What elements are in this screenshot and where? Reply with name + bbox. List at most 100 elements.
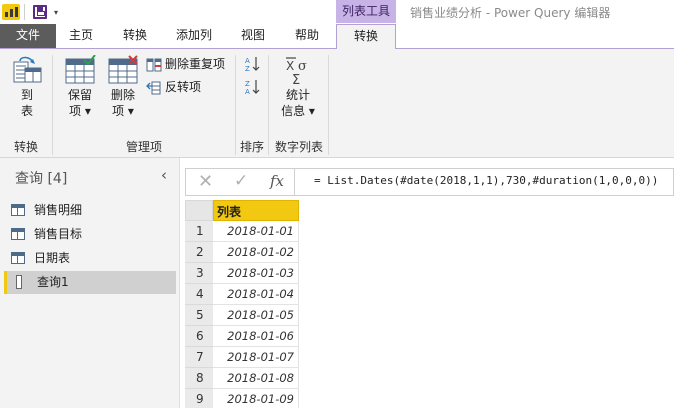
contextual-tab-title: 列表工具 <box>336 0 396 23</box>
remove-items-button[interactable]: 删除 项 ▾ <box>103 55 143 133</box>
svg-text:A: A <box>245 57 250 65</box>
table-row: 4 2018-01-04 <box>185 284 299 305</box>
sort-ascending-button[interactable]: A Z <box>244 55 262 73</box>
tab-file[interactable]: 文件 <box>0 24 56 48</box>
table-cell[interactable]: 2018-01-04 <box>213 284 299 305</box>
power-bi-logo-icon <box>2 4 20 20</box>
save-icon[interactable] <box>33 5 47 19</box>
row-number: 3 <box>185 263 213 284</box>
query-item-query1[interactable]: 查询1 <box>4 271 176 294</box>
svg-text:A: A <box>245 88 250 96</box>
reverse-items-icon <box>146 81 161 94</box>
formula-bar: ✕ ✓ fx = List.Dates(#date(2018,1,1),730,… <box>185 168 674 196</box>
table-icon <box>11 228 25 240</box>
group-separator <box>268 55 269 155</box>
collapse-pane-icon[interactable]: ‹ <box>161 166 167 184</box>
statistics-icon: X σ Σ <box>286 57 307 85</box>
svg-text:Z: Z <box>245 80 250 88</box>
row-number: 6 <box>185 326 213 347</box>
query-item-label: 查询1 <box>37 275 69 289</box>
query-item-sales-target[interactable]: 销售目标 <box>4 223 176 246</box>
group-label-numeric-list: 数字列表 <box>275 140 324 154</box>
cancel-formula-icon[interactable]: ✕ <box>198 171 213 192</box>
svg-text:Σ: Σ <box>292 73 300 85</box>
table-cell[interactable]: 2018-01-01 <box>213 221 299 242</box>
reverse-items-button[interactable]: 反转项 <box>146 78 201 96</box>
remove-items-label-line1: 删除 <box>110 88 135 102</box>
quick-access-divider <box>24 4 25 20</box>
table-icon <box>11 252 25 264</box>
group-label-sort: 排序 <box>240 140 265 154</box>
tab-home[interactable]: 主页 <box>58 24 104 48</box>
sort-descending-icon: Z A <box>245 80 260 96</box>
table-cell[interactable]: 2018-01-07 <box>213 347 299 368</box>
to-table-label-line2: 表 <box>20 104 33 118</box>
keep-items-icon <box>65 55 96 84</box>
table-cell[interactable]: 2018-01-03 <box>213 263 299 284</box>
to-table-button[interactable]: 到 表 <box>8 55 46 133</box>
formula-divider <box>294 169 295 195</box>
row-number: 1 <box>185 221 213 242</box>
tab-transform[interactable]: 转换 <box>112 24 158 48</box>
table-icon <box>11 204 25 216</box>
queries-header: 查询 [4] <box>15 171 68 187</box>
table-row: 5 2018-01-05 <box>185 305 299 326</box>
table-row: 3 2018-01-03 <box>185 263 299 284</box>
tab-help[interactable]: 帮助 <box>284 24 330 48</box>
qat-dropdown-icon[interactable]: ▾ <box>54 8 58 17</box>
keep-items-label-line1: 保留 <box>67 88 92 102</box>
sort-descending-button[interactable]: Z A <box>244 78 262 96</box>
query-item-sales-detail[interactable]: 销售明细 <box>4 199 176 222</box>
title-bar: ▾ 列表工具 销售业绩分析 - Power Query 编辑器 <box>0 0 674 24</box>
sort-ascending-icon: A Z <box>245 57 260 73</box>
table-row: 1 2018-01-01 <box>185 221 299 242</box>
table-cell[interactable]: 2018-01-02 <box>213 242 299 263</box>
table-row: 9 2018-01-09 <box>185 389 299 408</box>
remove-duplicates-label: 删除重复项 <box>165 57 226 71</box>
group-label-convert: 转换 <box>14 140 39 154</box>
statistics-label-line1: 统计 <box>285 88 310 102</box>
to-table-label-line1: 到 <box>20 88 33 102</box>
column-header[interactable]: 列表 <box>213 200 299 221</box>
query-item-label: 日期表 <box>34 251 71 265</box>
list-icon <box>16 275 22 289</box>
svg-text:X: X <box>286 59 294 73</box>
tab-add-column[interactable]: 添加列 <box>166 24 222 48</box>
group-separator <box>235 55 236 155</box>
table-cell[interactable]: 2018-01-09 <box>213 389 299 408</box>
ribbon-tab-row: 文件 主页 转换 添加列 视图 帮助 转换 <box>0 24 674 49</box>
table-row: 8 2018-01-08 <box>185 368 299 389</box>
fx-icon[interactable]: fx <box>270 172 284 190</box>
table-row: 7 2018-01-07 <box>185 347 299 368</box>
statistics-label-line2: 信息 ▾ <box>281 104 315 118</box>
table-cell[interactable]: 2018-01-06 <box>213 326 299 347</box>
row-number-header[interactable] <box>185 200 213 221</box>
to-table-icon <box>13 56 42 83</box>
remove-duplicates-button[interactable]: 删除重复项 <box>146 55 225 73</box>
ribbon: 到 表 转换 保留 项 ▾ 删除 项 ▾ 删除重复项 反转项 管理项 A Z Z… <box>0 48 674 158</box>
queries-pane: 查询 [4] ‹ 销售明细 销售目标 日期表 查询1 <box>0 158 180 408</box>
tab-list-transform[interactable]: 转换 <box>336 24 396 49</box>
remove-items-icon <box>108 55 138 84</box>
row-number: 4 <box>185 284 213 305</box>
tab-view[interactable]: 视图 <box>230 24 276 48</box>
row-number: 8 <box>185 368 213 389</box>
svg-text:Z: Z <box>245 65 250 73</box>
group-separator <box>328 55 329 155</box>
query-item-date-table[interactable]: 日期表 <box>4 247 176 270</box>
row-number: 5 <box>185 305 213 326</box>
statistics-button[interactable]: X σ Σ 统计 信息 ▾ <box>278 55 318 133</box>
row-number: 9 <box>185 389 213 408</box>
table-cell[interactable]: 2018-01-08 <box>213 368 299 389</box>
column-header-label: 列表 <box>217 205 242 219</box>
table-cell[interactable]: 2018-01-05 <box>213 305 299 326</box>
formula-input[interactable]: = List.Dates(#date(2018,1,1),730,#durati… <box>314 174 658 187</box>
table-row: 2 2018-01-02 <box>185 242 299 263</box>
reverse-items-label: 反转项 <box>165 80 202 94</box>
keep-items-button[interactable]: 保留 项 ▾ <box>60 55 100 133</box>
confirm-formula-icon[interactable]: ✓ <box>234 171 248 191</box>
group-separator <box>52 55 53 155</box>
row-number: 7 <box>185 347 213 368</box>
window-title: 销售业绩分析 - Power Query 编辑器 <box>410 6 611 20</box>
remove-duplicates-icon <box>146 58 162 71</box>
